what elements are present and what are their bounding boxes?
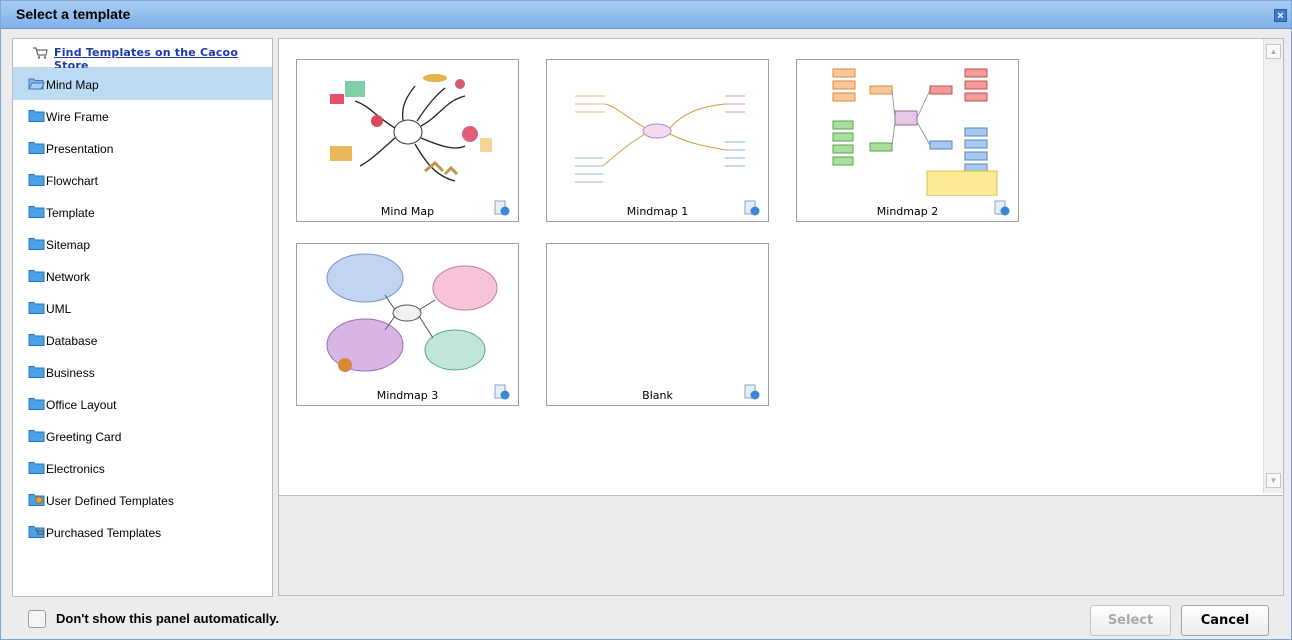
template-name: Mindmap 2	[876, 205, 939, 218]
dont-show-label[interactable]: Don't show this panel automatically.	[56, 611, 279, 626]
sidebar-item-label: Office Layout	[46, 398, 117, 412]
sidebar-item-presentation[interactable]: Presentation	[13, 132, 272, 164]
cart-folder-icon	[28, 526, 45, 538]
sidebar-item-business[interactable]: Business	[13, 356, 272, 388]
sidebar-item-label: Purchased Templates	[46, 526, 162, 540]
template-card-mindmap-2[interactable]: Mindmap 2	[796, 59, 1019, 222]
sidebar-item-greeting-card[interactable]: Greeting Card	[13, 420, 272, 452]
folder-icon	[28, 398, 45, 410]
folder-icon	[28, 206, 45, 218]
sidebar-item-label: UML	[46, 302, 72, 316]
template-card-mind-map[interactable]: Mind Map	[296, 59, 519, 222]
select-button[interactable]: Select	[1090, 605, 1171, 636]
sidebar-item-label: Sitemap	[46, 238, 91, 252]
sidebar-item-template[interactable]: Template	[13, 196, 272, 228]
sidebar-item-label: Network	[46, 270, 91, 284]
folder-icon	[28, 142, 45, 154]
folder-icon	[28, 174, 45, 186]
template-thumbnail	[575, 95, 745, 183]
template-dialog: Select a template × Find Templates on th…	[0, 0, 1292, 640]
folder-icon	[28, 366, 45, 378]
template-card-mindmap-1[interactable]: Mindmap 1	[546, 59, 769, 222]
user-folder-icon	[28, 494, 45, 506]
sidebar-item-label: Flowchart	[46, 174, 99, 188]
sidebar-item-purchased-templates[interactable]: Purchased Templates	[13, 516, 272, 548]
sidebar-item-network[interactable]: Network	[13, 260, 272, 292]
cacoo-badge-icon	[494, 200, 510, 216]
template-name: Mind Map	[380, 205, 435, 218]
close-icon[interactable]: ×	[1274, 9, 1287, 22]
cart-icon	[33, 47, 48, 59]
store-link[interactable]: Find Templates on the Cacoo Store	[13, 39, 272, 72]
sidebar-item-flowchart[interactable]: Flowchart	[13, 164, 272, 196]
preview-area	[278, 496, 1284, 596]
cancel-button[interactable]: Cancel	[1181, 605, 1269, 636]
sidebar-item-label: Template	[46, 206, 95, 220]
template-card-blank[interactable]: Blank	[546, 243, 769, 406]
cacoo-badge-icon	[744, 200, 760, 216]
sidebar-item-uml[interactable]: UML	[13, 292, 272, 324]
sidebar-item-sitemap[interactable]: Sitemap	[13, 228, 272, 260]
scroll-up-icon[interactable]: ▲	[1266, 44, 1281, 59]
dont-show-checkbox[interactable]	[28, 610, 46, 628]
sidebar-item-label: User Defined Templates	[46, 494, 174, 508]
folder-icon	[28, 430, 45, 442]
template-thumbnail	[832, 68, 998, 196]
sidebar-item-mind-map[interactable]: Mind Map	[13, 68, 272, 100]
category-sidebar: Find Templates on the Cacoo Store Mind M…	[12, 38, 273, 597]
folder-icon	[28, 110, 45, 122]
sidebar-item-label: Electronics	[46, 462, 105, 476]
cacoo-badge-icon	[494, 384, 510, 400]
sidebar-item-user-defined-templates[interactable]: User Defined Templates	[13, 484, 272, 516]
sidebar-item-label: Presentation	[46, 142, 114, 156]
vertical-scrollbar[interactable]: ▲ ▼	[1263, 39, 1283, 493]
folder-open-icon	[28, 78, 45, 90]
sidebar-item-label: Wire Frame	[46, 110, 109, 124]
sidebar-item-database[interactable]: Database	[13, 324, 272, 356]
folder-icon	[28, 334, 45, 346]
cacoo-badge-icon	[994, 200, 1010, 216]
folder-icon	[28, 462, 45, 474]
sidebar-item-electronics[interactable]: Electronics	[13, 452, 272, 484]
folder-icon	[28, 270, 45, 282]
dialog-titlebar[interactable]: Select a template ×	[1, 1, 1291, 29]
template-grid: Mind Map Mindmap 1 Mindmap 2 Mindmap 3 B…	[278, 38, 1284, 496]
folder-icon	[28, 302, 45, 314]
folder-icon	[28, 238, 45, 250]
template-name: Mindmap 3	[376, 389, 439, 402]
sidebar-item-label: Business	[46, 366, 95, 380]
template-thumbnail	[330, 74, 492, 182]
sidebar-item-label: Greeting Card	[46, 430, 122, 444]
template-thumbnail	[326, 253, 498, 372]
scroll-down-icon[interactable]: ▼	[1266, 473, 1281, 488]
sidebar-item-label: Database	[46, 334, 98, 348]
sidebar-item-label: Mind Map	[46, 78, 99, 92]
cacoo-badge-icon	[744, 384, 760, 400]
sidebar-item-office-layout[interactable]: Office Layout	[13, 388, 272, 420]
sidebar-item-wire-frame[interactable]: Wire Frame	[13, 100, 272, 132]
dialog-title: Select a template	[16, 6, 131, 22]
template-card-mindmap-3[interactable]: Mindmap 3	[296, 243, 519, 406]
template-name: Blank	[642, 389, 673, 402]
template-name: Mindmap 1	[626, 205, 689, 218]
